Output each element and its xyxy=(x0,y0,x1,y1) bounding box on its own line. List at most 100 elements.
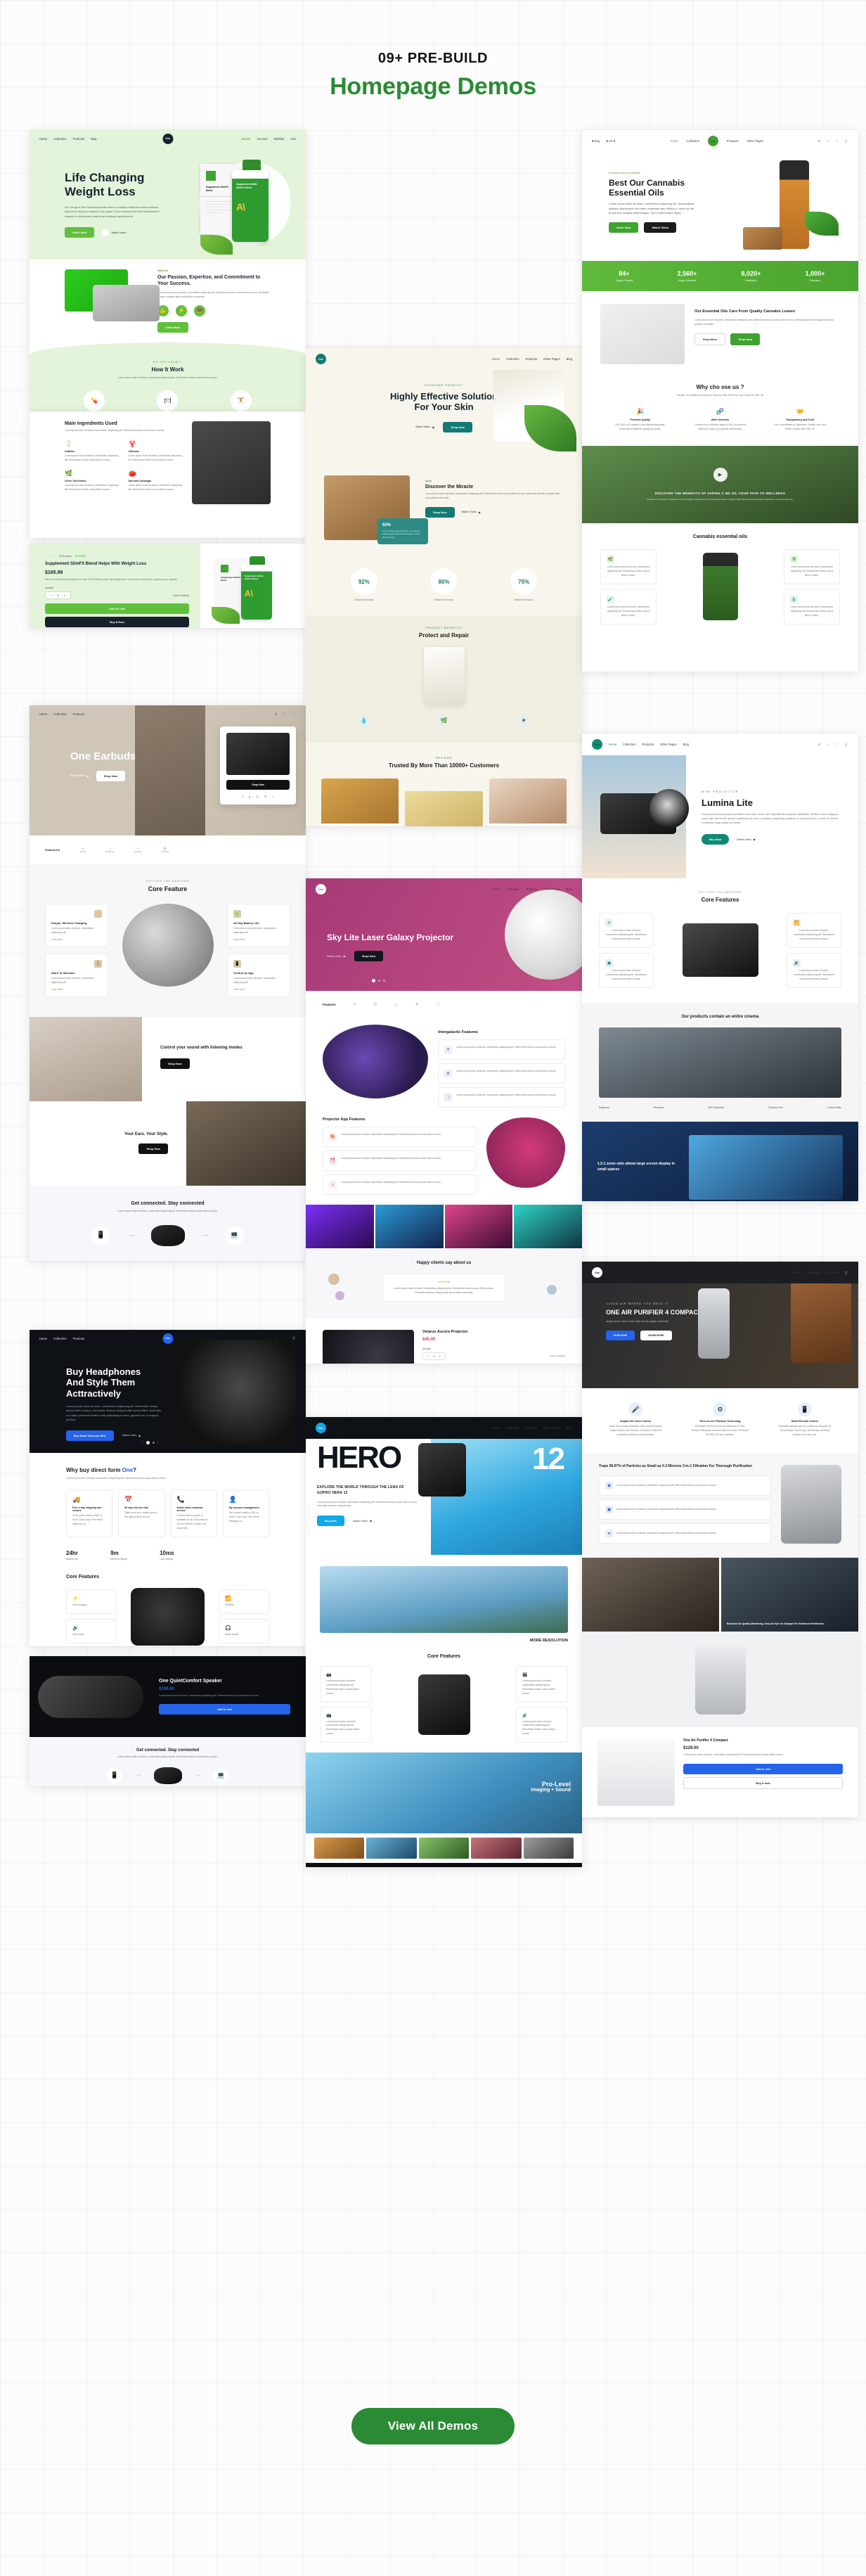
demo-card-air-purifier[interactable]: One Home Collection Products 🛒 CLEAN AIR… xyxy=(582,1262,858,1817)
nav-search[interactable]: Search xyxy=(241,137,250,141)
site-logo[interactable]: One xyxy=(316,884,326,895)
nav-collection[interactable]: Collection xyxy=(506,357,519,361)
demo-card-galaxy-projector[interactable]: One Home Collection Products Other Pages… xyxy=(306,878,582,1364)
demo-card-cannabis[interactable]: ■ Eng ■ US $ Home Collection One Product… xyxy=(582,130,858,672)
nav-collection[interactable]: Collection xyxy=(53,712,66,716)
watch-video-button[interactable]: Watch video ▶ xyxy=(122,1434,141,1437)
language-selector[interactable]: ■ US $ xyxy=(606,139,615,143)
nav-home[interactable]: Home xyxy=(492,1426,500,1430)
watch-video-button[interactable]: Watch video ▶ xyxy=(70,774,89,778)
nav-other-pages[interactable]: Other Pages xyxy=(543,1426,560,1430)
reviews-count[interactable]: 48 Reviews xyxy=(59,555,72,558)
nav-collection[interactable]: Collection xyxy=(808,1271,820,1274)
gallery-image[interactable] xyxy=(523,1838,574,1859)
add-to-cart-button[interactable]: Add to cart xyxy=(683,1764,843,1775)
gallery-image[interactable] xyxy=(314,1838,365,1859)
play-button[interactable]: ▶ xyxy=(713,467,728,482)
nav-blog[interactable]: Blog xyxy=(91,137,96,141)
pinterest-icon[interactable]: p xyxy=(249,795,250,798)
site-nav[interactable]: One Home Collection Products Other Pages… xyxy=(306,1417,582,1439)
site-logo[interactable]: One xyxy=(316,1423,326,1433)
demo-card-earbuds[interactable]: HomeCollectionProducts One ⚲☃🛒 One Earbu… xyxy=(30,705,306,1261)
shop-now-button[interactable]: Shop Now xyxy=(138,1143,168,1154)
quantity-stepper[interactable]: −1 + xyxy=(422,1352,446,1360)
watch-video-button[interactable]: Watch Video xyxy=(102,229,127,236)
nav-cart[interactable]: 🛒 xyxy=(845,1271,848,1275)
demo-card-hero12[interactable]: One Home Collection Products Other Pages… xyxy=(306,1417,582,1867)
nav-products[interactable]: Products xyxy=(526,357,538,361)
watch-video-button[interactable]: Watch Video xyxy=(644,222,677,233)
nav-blog[interactable]: Blog xyxy=(683,743,689,746)
site-nav[interactable]: One Home Collection Products Other Pages… xyxy=(306,348,582,370)
add-to-cart-button[interactable]: Add To Cart xyxy=(45,603,189,615)
demo-card-weight-loss-pdp[interactable]: ★★★★★ 48 Reviews IN STOCK Supplement Sli… xyxy=(30,544,306,628)
shop-now-button[interactable]: Shop Now xyxy=(443,421,472,432)
nav-home[interactable]: Home xyxy=(492,357,500,361)
nav-cart[interactable]: Cart xyxy=(290,137,296,141)
order-now-button[interactable]: Order Now xyxy=(609,222,639,233)
add-to-wishlist-link[interactable]: ♡ Add To Wishlist xyxy=(172,594,189,597)
nav-products[interactable]: Products xyxy=(73,137,85,141)
gallery-image[interactable] xyxy=(514,1205,582,1248)
nav-products[interactable]: Products xyxy=(526,1426,538,1430)
currency-selector[interactable]: ■ Eng xyxy=(592,139,600,143)
shop-now-button[interactable]: Shop Now xyxy=(425,506,455,518)
tiktok-icon[interactable]: ♪ xyxy=(272,795,273,798)
watch-video-button[interactable]: Watch Video ▶ xyxy=(462,511,481,514)
wishlist-icon[interactable]: ♡ xyxy=(836,139,839,143)
nav-home[interactable]: Home xyxy=(794,1271,801,1274)
nav-home[interactable]: Home xyxy=(39,1337,47,1340)
site-nav[interactable]: One Home Collection Products Other Pages… xyxy=(582,733,858,755)
nav-collection[interactable]: Collection xyxy=(506,1426,519,1430)
nav-collection[interactable]: Collection xyxy=(687,139,699,143)
nav-products[interactable]: Products xyxy=(526,887,538,891)
cart-icon[interactable]: 🛒 xyxy=(845,139,848,143)
buy-now-button[interactable]: Buy Now xyxy=(702,834,730,845)
shop-now-button[interactable]: Shop Now xyxy=(730,333,761,345)
nav-blog[interactable]: Blog xyxy=(567,887,572,891)
site-logo[interactable]: One xyxy=(162,1333,173,1344)
demo-card-weight-loss-product[interactable]: Main Ingredients Used Lorem ipsum dolor … xyxy=(30,411,306,538)
shop-now-button[interactable]: SHOP NOW xyxy=(606,1330,635,1340)
gallery-image[interactable] xyxy=(471,1838,522,1859)
site-logo[interactable]: One xyxy=(592,739,602,750)
nav-home[interactable]: Home xyxy=(670,139,678,143)
account-icon[interactable]: ☃ xyxy=(827,139,829,143)
nav-other-pages[interactable]: Other Pages xyxy=(543,357,560,361)
gallery-image[interactable] xyxy=(306,1205,374,1248)
gallery-image[interactable] xyxy=(418,1838,470,1859)
hero-carousel-dots[interactable]: ‹ › xyxy=(142,1440,158,1444)
quantity-stepper[interactable]: −1 + xyxy=(45,591,71,600)
demo-card-skincare[interactable]: One Home Collection Products Other Pages… xyxy=(306,348,582,826)
nav-home[interactable]: Home xyxy=(609,743,616,746)
buy-now-button[interactable]: Buy Now xyxy=(317,1516,345,1527)
add-to-cart-button[interactable]: Add to cart xyxy=(159,1703,290,1715)
nav-search[interactable]: ⚲ xyxy=(275,712,277,716)
video-banner[interactable]: ▶ DISCOVER THE BENEFITS OF VAPING C BD O… xyxy=(582,445,858,523)
site-nav[interactable]: ■ Eng ■ US $ Home Collection One Product… xyxy=(582,130,858,152)
add-to-wishlist-link[interactable]: ♡ Add To Wishlist xyxy=(548,1354,565,1357)
twitter-icon[interactable]: 𝕏 xyxy=(264,795,266,798)
nav-products[interactable]: Products xyxy=(73,1337,85,1340)
learn-more-button[interactable]: LEARN MORE xyxy=(640,1330,672,1340)
instagram-icon[interactable]: ▢ xyxy=(256,795,259,798)
nav-wishlist[interactable]: Wishlist xyxy=(274,137,284,141)
hero-carousel-dots[interactable] xyxy=(372,979,385,982)
shop-now-button[interactable]: Shop Now xyxy=(354,951,384,962)
search-icon[interactable]: ⚲ xyxy=(818,743,820,746)
nav-products[interactable]: Products xyxy=(827,1271,839,1274)
account-icon[interactable]: ☃ xyxy=(827,743,829,746)
buy-it-now-button[interactable]: Buy it now xyxy=(683,1777,843,1790)
shop-now-button[interactable]: Shop Now xyxy=(160,1058,190,1069)
nav-products[interactable]: Products xyxy=(642,743,654,746)
demo-card-speaker[interactable]: One QuietComfort Speaker $199.00 Lorem i… xyxy=(30,1656,306,1786)
order-now-button[interactable]: Order Now xyxy=(65,227,95,238)
nav-home[interactable]: Home xyxy=(492,887,500,891)
site-logo[interactable]: One xyxy=(592,1267,602,1278)
nav-collection[interactable]: Collection xyxy=(53,1337,66,1340)
watch-video-button[interactable]: Watch video ▶ xyxy=(327,954,346,959)
cart-icon[interactable]: 🛒 xyxy=(845,743,848,747)
nav-collection[interactable]: Collection xyxy=(623,743,635,746)
nav-products[interactable]: Products xyxy=(727,139,739,143)
shop-now-button[interactable]: Shop Now xyxy=(96,770,126,781)
